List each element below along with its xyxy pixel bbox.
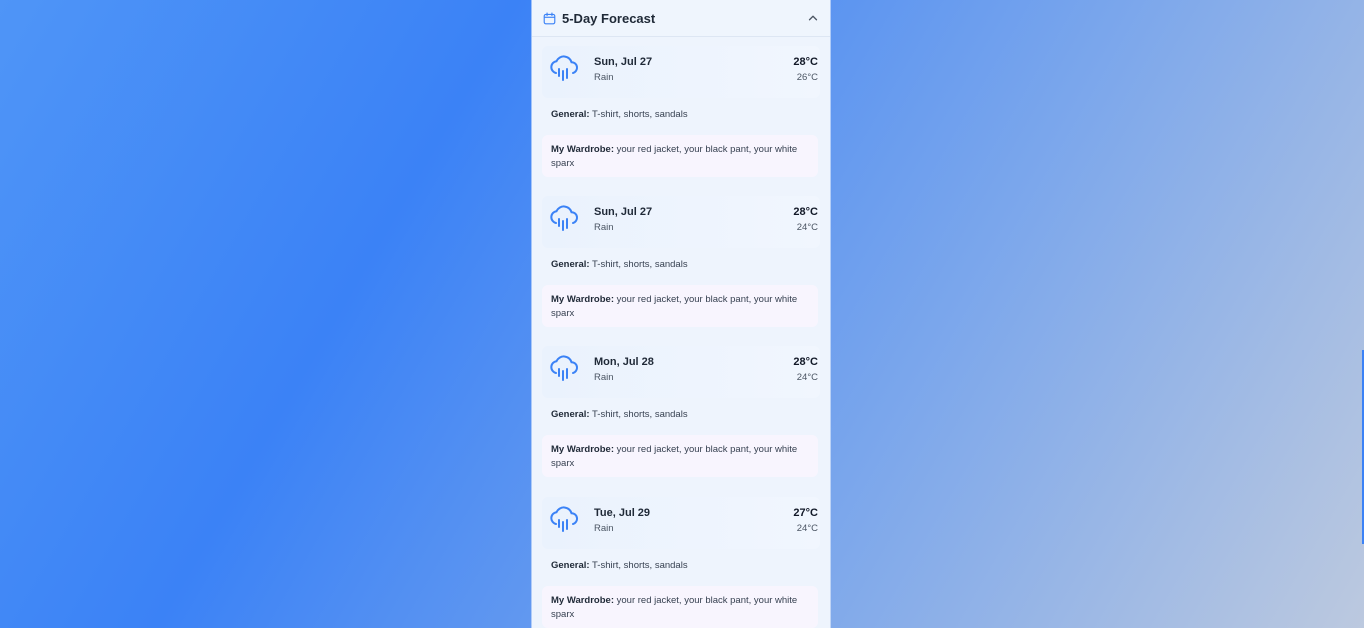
day-summary: Sun, Jul 27 Rain 28°C 24°C [542,196,820,248]
general-suggestion: General: T-shirt, shorts, sandals [551,109,688,120]
day-condition: Rain [594,523,614,534]
day-date: Sun, Jul 27 [594,206,653,218]
general-label: General: [551,259,590,270]
wardrobe-label: My Wardrobe: [551,144,614,155]
forecast-panel: 5-Day Forecast Sun, Jul 27 Rain 28°C 26°… [532,0,830,628]
wardrobe-label: My Wardrobe: [551,294,614,305]
general-suggestion: General: T-shirt, shorts, sandals [551,259,688,270]
day-high-temp: 27°C [793,507,818,519]
day-summary: Sun, Jul 27 Rain 28°C 26°C [542,46,820,98]
general-text: T-shirt, shorts, sandals [592,259,688,270]
general-suggestion: General: T-shirt, shorts, sandals [551,409,688,420]
general-label: General: [551,560,590,571]
wardrobe-suggestion: My Wardrobe: your red jacket, your black… [542,586,818,628]
day-condition: Rain [594,72,614,83]
rain-cloud-icon [550,355,579,381]
general-label: General: [551,409,590,420]
calendar-icon [543,11,556,24]
day-summary: Mon, Jul 28 Rain 28°C 24°C [542,346,820,398]
forecast-day: Sun, Jul 27 Rain 28°C 26°C General: T-sh… [532,38,830,188]
day-high-temp: 28°C [793,356,818,368]
day-date: Mon, Jul 28 [594,356,654,368]
day-high-temp: 28°C [793,56,818,68]
day-date: Tue, Jul 29 [594,507,651,519]
day-low-temp: 24°C [796,222,818,233]
general-text: T-shirt, shorts, sandals [592,560,688,571]
panel-title: 5-Day Forecast [562,10,656,26]
rain-cloud-icon [550,55,579,81]
day-condition: Rain [594,222,614,233]
day-low-temp: 26°C [796,72,818,83]
chevron-up-icon[interactable] [806,11,820,25]
day-low-temp: 24°C [796,523,818,534]
rain-cloud-icon [550,506,579,532]
wardrobe-label: My Wardrobe: [551,444,614,455]
day-high-temp: 28°C [793,206,818,218]
wardrobe-suggestion: My Wardrobe: your red jacket, your black… [542,285,818,327]
day-condition: Rain [594,372,614,383]
general-text: T-shirt, shorts, sandals [592,109,688,120]
rain-cloud-icon [550,205,579,231]
general-suggestion: General: T-shirt, shorts, sandals [551,560,688,571]
forecast-header[interactable]: 5-Day Forecast [532,0,830,37]
forecast-day: Mon, Jul 28 Rain 28°C 24°C General: T-sh… [532,338,830,488]
forecast-day: Tue, Jul 29 Rain 27°C 24°C General: T-sh… [532,489,830,628]
wardrobe-suggestion: My Wardrobe: your red jacket, your black… [542,435,818,477]
general-text: T-shirt, shorts, sandals [592,409,688,420]
general-label: General: [551,109,590,120]
day-date: Sun, Jul 27 [594,56,653,68]
day-summary: Tue, Jul 29 Rain 27°C 24°C [542,497,820,549]
wardrobe-label: My Wardrobe: [551,595,614,606]
day-low-temp: 24°C [796,372,818,383]
wardrobe-suggestion: My Wardrobe: your red jacket, your black… [542,135,818,177]
forecast-day: Sun, Jul 27 Rain 28°C 24°C General: T-sh… [532,188,830,338]
